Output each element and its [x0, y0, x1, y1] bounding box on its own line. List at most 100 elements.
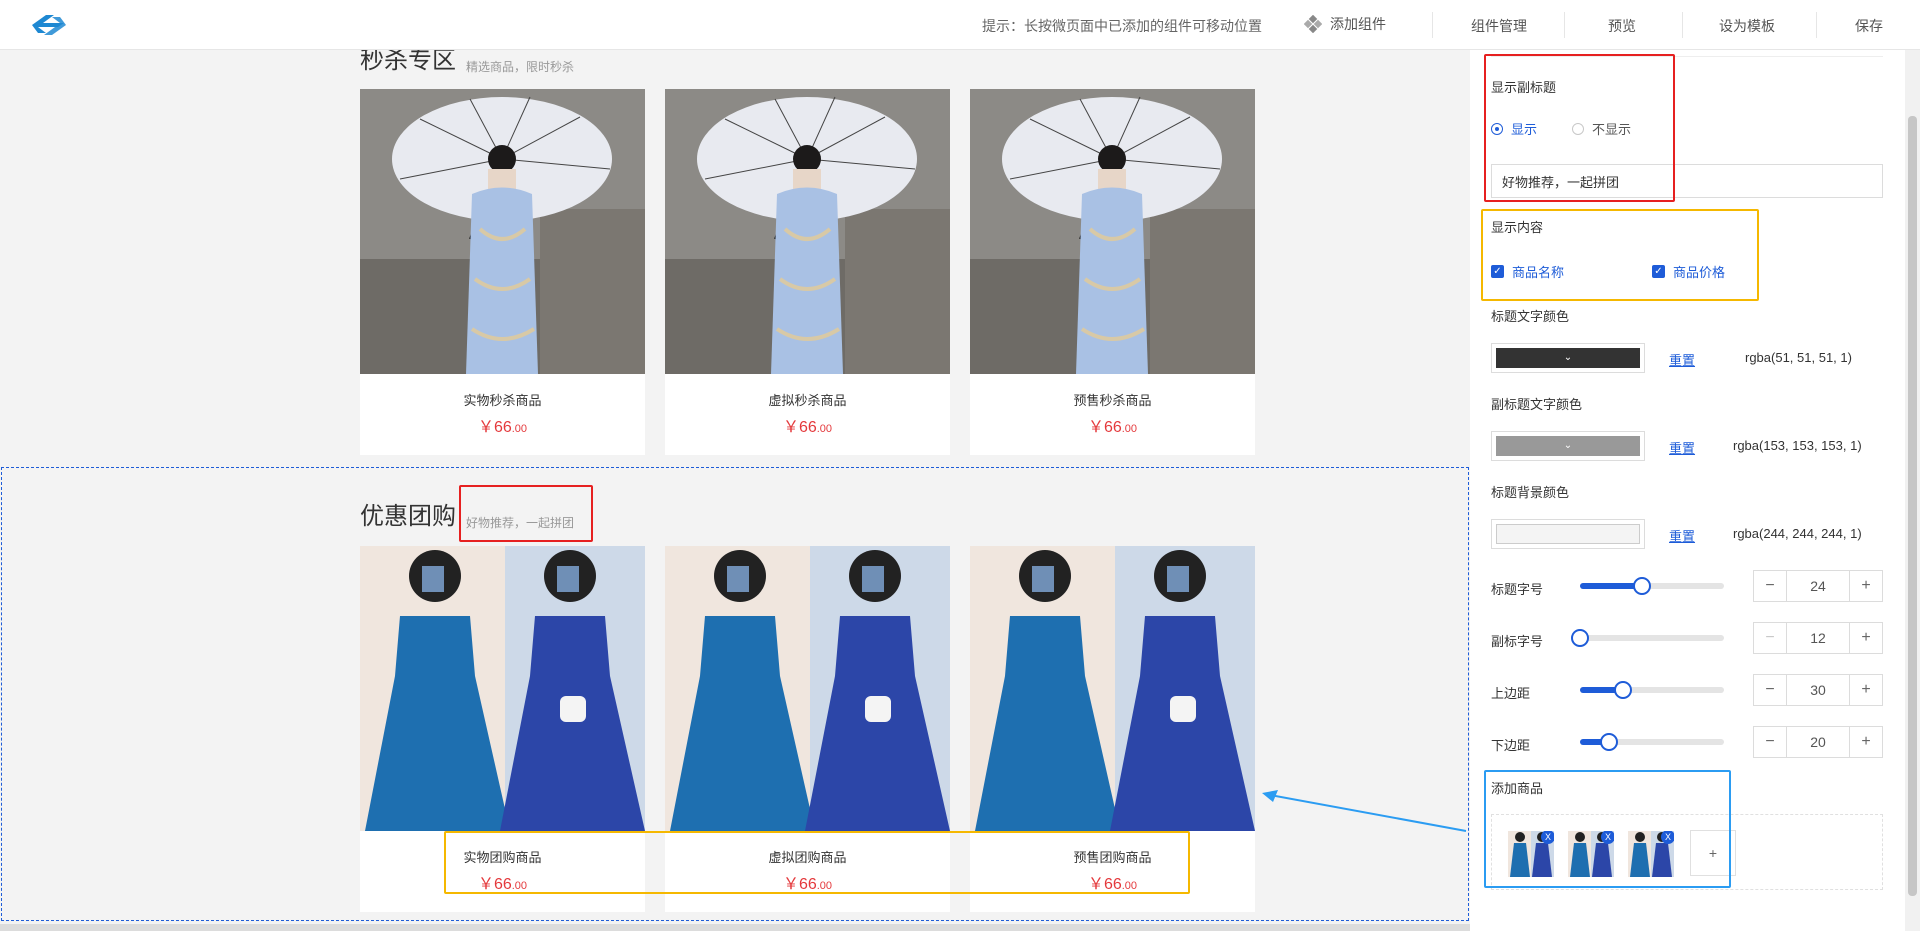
product-card[interactable]: 预售秒杀商品 ￥66.00 — [970, 89, 1255, 455]
goods-thumbnail[interactable]: X — [1628, 831, 1674, 877]
increment-button[interactable]: + — [1850, 571, 1882, 601]
remove-thumbnail-button[interactable]: X — [1601, 831, 1614, 844]
nav-save[interactable]: 保存 — [1855, 16, 1883, 36]
section-title: 优惠团购 — [360, 503, 456, 530]
flash-sale-section[interactable]: 秒杀专区 精选商品，限时秒杀 实物秒杀商品 ￥66.00 虚拟秒杀商品 ￥66.… — [360, 50, 1255, 455]
show-subtitle-label: 显示副标题 — [1491, 80, 1557, 95]
product-card[interactable]: 预售团购商品 ￥66.00 — [970, 546, 1255, 912]
title-bg-reset-link[interactable]: 重置 — [1669, 526, 1695, 545]
color-swatch — [1496, 524, 1640, 544]
title-size-slider[interactable] — [1580, 577, 1724, 595]
product-price: ￥66.00 — [782, 876, 833, 893]
checkbox-label: 商品名称 — [1512, 265, 1565, 280]
nav-set-template[interactable]: 设为模板 — [1719, 16, 1775, 36]
nav-preview[interactable]: 预览 — [1608, 16, 1636, 36]
top-margin-slider[interactable] — [1580, 681, 1724, 699]
goods-thumbnail-list: X X X + — [1491, 814, 1883, 890]
slider-handle[interactable] — [1571, 629, 1589, 647]
remove-thumbnail-button[interactable]: X — [1661, 831, 1674, 844]
goods-thumbnail[interactable]: X — [1508, 831, 1554, 877]
title-size-stepper: − 24 + — [1753, 570, 1883, 602]
page-canvas: 秒杀专区 精选商品，限时秒杀 实物秒杀商品 ￥66.00 虚拟秒杀商品 ￥66.… — [0, 50, 1470, 931]
decrement-button[interactable]: − — [1754, 675, 1786, 705]
product-card[interactable]: 实物秒杀商品 ￥66.00 — [360, 89, 645, 455]
color-swatch: ⌄ — [1496, 436, 1640, 456]
chevron-down-icon: ⌄ — [1563, 351, 1573, 363]
section-title-row: 优惠团购 好物推荐，一起拼团 — [360, 496, 574, 531]
radio-dot — [1491, 122, 1503, 135]
radio-hide-subtitle[interactable]: 不显示 — [1572, 119, 1631, 138]
section-title: 秒杀专区 — [360, 50, 456, 74]
top-bar: 提示：长按微页面中已添加的组件可移动位置 添加组件 组件管理 预览 设为模板 保… — [0, 0, 1920, 50]
nav-divider — [1564, 12, 1565, 38]
subtitle-color-value: rgba(153, 153, 153, 1) — [1733, 438, 1862, 453]
remove-thumbnail-button[interactable]: X — [1541, 831, 1554, 844]
section-title-row: 秒杀专区 精选商品，限时秒杀 — [360, 50, 574, 75]
stepper-value[interactable]: 20 — [1786, 727, 1850, 757]
goods-thumbnail[interactable]: X — [1568, 831, 1614, 877]
stepper-value[interactable]: 12 — [1786, 623, 1850, 653]
nav-component-manage[interactable]: 组件管理 — [1471, 16, 1527, 36]
slider-label: 上边距 — [1491, 686, 1531, 701]
title-bg-picker[interactable] — [1491, 519, 1645, 549]
decrement-button[interactable]: − — [1754, 623, 1786, 653]
components-icon — [1304, 15, 1322, 33]
subtitle-color-reset-link[interactable]: 重置 — [1669, 438, 1695, 457]
increment-button[interactable]: + — [1850, 675, 1882, 705]
product-name: 虚拟团购商品 — [768, 850, 847, 865]
checkbox-product-name[interactable]: ✓ 商品名称 — [1491, 262, 1564, 281]
product-name: 预售团购商品 — [1073, 850, 1152, 865]
slider-label: 副标字号 — [1491, 634, 1544, 649]
title-bg-label: 标题背景颜色 — [1491, 485, 1570, 500]
add-goods-button[interactable]: + — [1690, 830, 1736, 876]
slider-label: 下边距 — [1491, 738, 1531, 753]
product-card[interactable]: 实物团购商品 ￥66.00 — [360, 546, 645, 912]
chevron-down-icon: ⌄ — [1563, 439, 1573, 451]
product-price: ￥66.00 — [782, 419, 833, 436]
decrement-button[interactable]: − — [1754, 571, 1786, 601]
product-name: 虚拟秒杀商品 — [768, 393, 847, 408]
check-icon: ✓ — [1652, 265, 1665, 278]
color-swatch: ⌄ — [1496, 348, 1640, 368]
nav-divider — [1432, 12, 1433, 38]
slider-handle[interactable] — [1633, 577, 1651, 595]
add-goods-label: 添加商品 — [1491, 781, 1544, 796]
title-color-picker[interactable]: ⌄ — [1491, 343, 1645, 373]
horizontal-scrollbar[interactable] — [0, 924, 1470, 931]
product-list: 实物团购商品 ￥66.00 虚拟团购商品 ￥66.00 预售团购商品 ￥66.0… — [360, 546, 1255, 912]
vertical-scrollbar[interactable] — [1905, 50, 1920, 931]
increment-button[interactable]: + — [1850, 727, 1882, 757]
settings-panel: 显示副标题 显示 不显示 显示内容 ✓ 商品名称 ✓ 商品价格 标题文字颜色 ⌄… — [1470, 50, 1920, 931]
hint-text: 提示：长按微页面中已添加的组件可移动位置 — [982, 18, 1262, 34]
decrement-button[interactable]: − — [1754, 727, 1786, 757]
title-color-reset-link[interactable]: 重置 — [1669, 350, 1695, 369]
product-card[interactable]: 虚拟团购商品 ￥66.00 — [665, 546, 950, 912]
nav-divider — [1816, 12, 1817, 38]
group-buy-section[interactable]: 优惠团购 好物推荐，一起拼团 实物团购商品 ￥66.00 虚拟团购商品 ￥66.… — [360, 490, 1255, 912]
radio-show-subtitle[interactable]: 显示 — [1491, 119, 1537, 138]
add-component-button[interactable]: 添加组件 — [1304, 14, 1386, 34]
stepper-value[interactable]: 30 — [1786, 675, 1850, 705]
product-list: 实物秒杀商品 ￥66.00 虚拟秒杀商品 ￥66.00 预售秒杀商品 ￥66.0… — [360, 89, 1255, 455]
panel-divider — [1491, 56, 1883, 57]
bottom-margin-stepper: − 20 + — [1753, 726, 1883, 758]
checkbox-product-price[interactable]: ✓ 商品价格 — [1652, 262, 1725, 281]
top-margin-stepper: − 30 + — [1753, 674, 1883, 706]
scrollbar-thumb[interactable] — [1908, 116, 1917, 896]
product-name: 预售秒杀商品 — [1073, 393, 1152, 408]
logo-icon[interactable] — [24, 12, 74, 38]
product-image — [360, 89, 645, 374]
slider-handle[interactable] — [1614, 681, 1632, 699]
nav-divider — [1682, 12, 1683, 38]
bottom-margin-slider[interactable] — [1580, 733, 1724, 751]
slider-handle[interactable] — [1600, 733, 1618, 751]
subtitle-size-slider[interactable] — [1571, 629, 1724, 647]
increment-button[interactable]: + — [1850, 623, 1882, 653]
stepper-value[interactable]: 24 — [1786, 571, 1850, 601]
subtitle-color-picker[interactable]: ⌄ — [1491, 431, 1645, 461]
product-image — [970, 546, 1255, 831]
subtitle-input[interactable] — [1491, 164, 1883, 198]
product-price: ￥66.00 — [477, 419, 528, 436]
product-price: ￥66.00 — [477, 876, 528, 893]
product-card[interactable]: 虚拟秒杀商品 ￥66.00 — [665, 89, 950, 455]
